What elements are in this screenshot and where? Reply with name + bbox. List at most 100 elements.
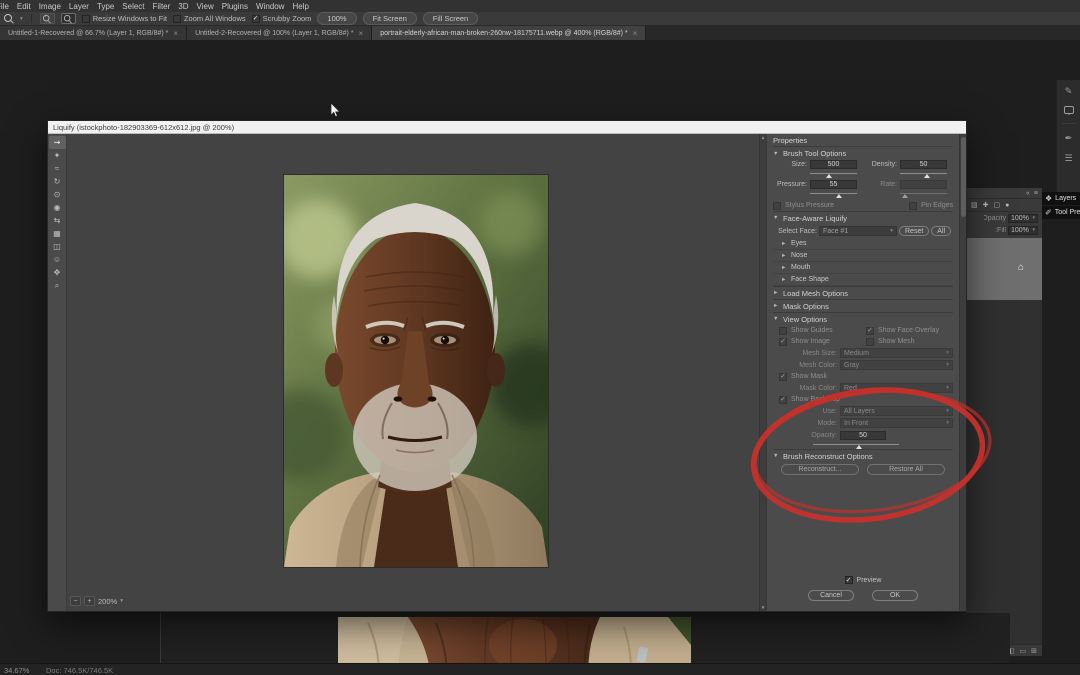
layer-row-selected[interactable]: ⌂ [967,238,1042,300]
brush-size-input[interactable]: 500 [810,160,857,169]
view-options-header[interactable]: ▼ View Options [773,312,953,325]
resize-windows-checkbox[interactable]: Resize Windows to Fit [82,14,167,23]
zoom-tool-icon[interactable] [4,14,14,24]
dialog-zoom-in-button[interactable]: + [84,596,95,606]
menu-edit[interactable]: Edit [13,2,35,11]
menu-type[interactable]: Type [93,2,118,11]
hand-tool[interactable]: ✥ [49,266,66,279]
forward-warp-tool[interactable]: ⇝ [49,136,66,149]
properties-scrollbar[interactable] [959,134,966,611]
scroll-up-icon[interactable]: ▲ [761,135,765,140]
face-tool[interactable]: ☺ [49,253,66,266]
ok-button[interactable]: OK [872,590,918,601]
face-shape-section-header[interactable]: ► Face Shape [773,274,953,286]
pencil-icon[interactable]: ✒ [1065,133,1073,144]
dialog-zoom-level[interactable]: 200% [98,597,117,606]
lock-position-icon[interactable]: ✚ [983,201,989,209]
brush-reconstruct-options-header[interactable]: ▼ Brush Reconstruct Options [773,449,953,462]
mask-color-dropdown[interactable]: Red ▾ [840,383,953,393]
pin-edges-checkbox[interactable]: Pin Edges [863,202,953,210]
layer-fill-input[interactable]: 100% ▾ [1008,226,1038,235]
panel-menu-icon[interactable]: ≡ [1034,190,1038,197]
brush-rate-slider[interactable] [900,190,947,198]
load-mesh-options-header[interactable]: ► Load Mesh Options [773,286,953,299]
zoom-in-button[interactable]: + [40,13,55,24]
select-face-dropdown[interactable]: Face #1 ▾ [819,226,897,236]
backdrop-opacity-slider[interactable] [813,441,899,449]
lock-transparency-icon[interactable]: ▨ [971,201,978,209]
fit-screen-button[interactable]: Fit Screen [363,12,417,25]
close-icon[interactable]: × [173,29,178,38]
restore-all-button[interactable]: Restore All [867,464,945,475]
menu-select[interactable]: Select [118,2,148,11]
tab-untitled-1[interactable]: Untitled-1-Recovered @ 66.7% (Layer 1, R… [0,26,187,40]
comment-icon[interactable] [1064,106,1074,114]
stylus-pressure-checkbox[interactable]: Stylus Pressure [773,202,863,210]
mask-options-header[interactable]: ► Mask Options [773,299,953,312]
menu-help[interactable]: Help [288,2,312,11]
dialog-zoom-out-button[interactable]: − [70,596,81,606]
canvas-vertical-scrollbar[interactable]: ▲ ▼ [759,134,766,611]
liquify-title-bar[interactable]: Liquify (istockphoto-182903369-612x612.j… [48,121,966,134]
preview-checkbox[interactable]: ✓ Preview [845,576,882,584]
mouth-section-header[interactable]: ► Mouth [773,262,953,274]
menu-3d[interactable]: 3D [174,2,192,11]
close-icon[interactable]: × [359,29,364,38]
nose-section-header[interactable]: ► Nose [773,250,953,262]
mesh-size-dropdown[interactable]: Medium ▾ [840,348,953,358]
menu-view[interactable]: View [193,2,218,11]
chevron-down-icon[interactable]: ▾ [120,598,123,604]
new-layer-icon[interactable]: ⊞ [1031,647,1037,655]
brush-size-slider[interactable] [810,170,857,178]
brush-density-slider[interactable] [900,170,947,178]
pucker-tool[interactable]: ⊙ [49,188,66,201]
tab-untitled-2[interactable]: Untitled-2-Recovered @ 100% (Layer 1, RG… [187,26,372,40]
chevron-down-icon[interactable]: ▾ [20,16,23,22]
menu-plugins[interactable]: Plugins [218,2,252,11]
reconstruct-button[interactable]: Reconstruct... [781,464,859,475]
bloat-tool[interactable]: ◉ [49,201,66,214]
cancel-button[interactable]: Cancel [808,590,854,601]
new-group-icon[interactable]: ▭ [1020,647,1027,655]
show-mask-checkbox[interactable]: ✓ Show Mask [779,373,827,381]
show-guides-checkbox[interactable]: Show Guides [779,327,866,335]
show-image-checkbox[interactable]: ✓ Show Image [779,338,866,346]
zoom-all-windows-checkbox[interactable]: Zoom All Windows [173,14,246,23]
lock-artboard-icon[interactable]: ▢ [994,201,1001,209]
show-face-overlay-checkbox[interactable]: ✓ Show Face Overlay [866,327,953,335]
reset-button[interactable]: Reset [899,226,929,236]
thaw-mask-tool[interactable]: ◫ [49,240,66,253]
face-aware-liquify-header[interactable]: ▼ Face-Aware Liquify [773,211,953,224]
zoom-out-button[interactable]: − [61,13,76,24]
tool-presets-panel-tab[interactable]: ✐ Tool Presets [1042,206,1080,219]
menu-image[interactable]: Image [35,2,65,11]
twirl-clockwise-tool[interactable]: ↻ [49,175,66,188]
freeze-mask-tool[interactable]: ▦ [49,227,66,240]
eyes-section-header[interactable]: ► Eyes [773,238,953,250]
brush-rate-input[interactable] [900,180,947,189]
show-mesh-checkbox[interactable]: Show Mesh [866,338,953,346]
menu-file[interactable]: File [0,2,13,11]
menu-filter[interactable]: Filter [149,2,175,11]
brush-density-input[interactable]: 50 [900,160,947,169]
backdrop-opacity-input[interactable]: 50 [840,431,886,440]
liquify-preview-canvas[interactable]: − + 200% ▾ [67,134,759,611]
tab-portrait-webp[interactable]: portrait-elderly-african-man-broken-260n… [372,26,646,40]
reconstruct-tool[interactable]: ✦ [49,149,66,162]
pen-icon[interactable]: ✎ [1065,86,1073,97]
collapse-icon[interactable]: « [1026,190,1030,197]
brush-tool-options-header[interactable]: ▼ Brush Tool Options [773,147,953,160]
layers-panel-tab[interactable]: ❖ Layers [1042,192,1080,205]
zoom-tool[interactable]: ⌕ [49,279,66,292]
scrubby-zoom-checkbox[interactable]: ✓ Scrubby Zoom [252,14,312,23]
list-icon[interactable]: ☰ [1064,153,1072,164]
layer-opacity-input[interactable]: 100% ▾ [1008,214,1038,223]
all-button[interactable]: All [931,226,951,236]
menu-layer[interactable]: Layer [65,2,93,11]
app-zoom-level[interactable]: 34.67% [4,666,29,675]
close-icon[interactable]: × [633,29,638,38]
zoom-100-button[interactable]: 100% [317,12,356,25]
push-left-tool[interactable]: ⇆ [49,214,66,227]
lock-all-icon[interactable]: ● [1005,202,1009,209]
scrollbar-thumb[interactable] [961,137,966,217]
